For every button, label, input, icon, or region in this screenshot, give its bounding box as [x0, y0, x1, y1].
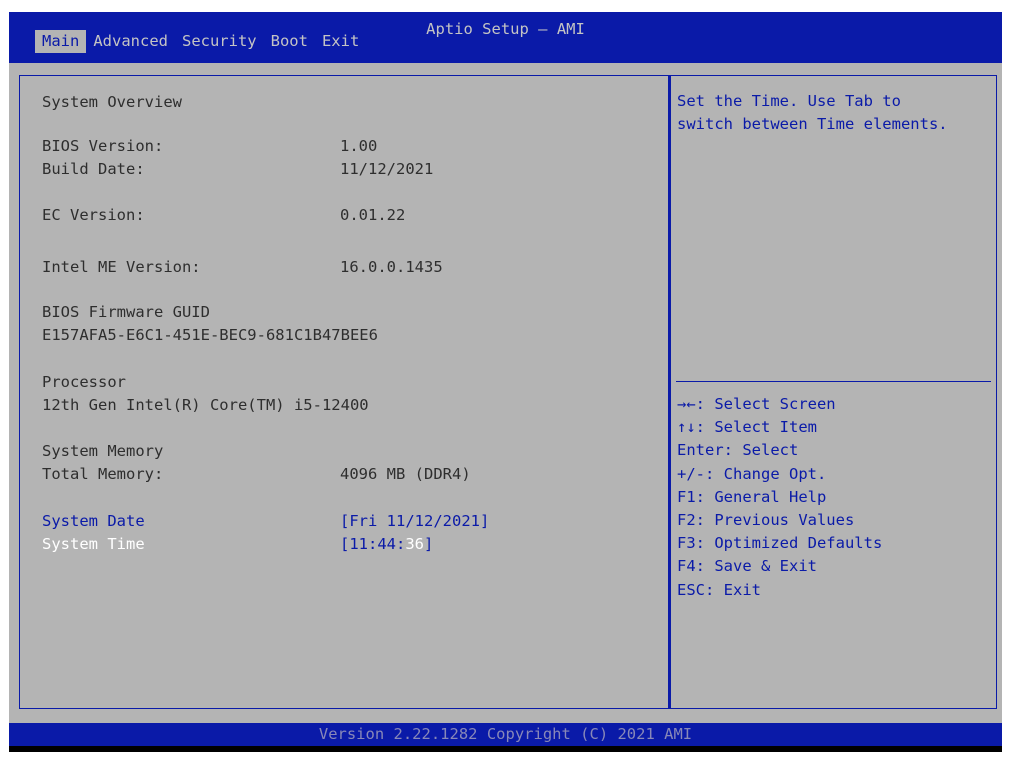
key-select-screen: →←: Select Screen	[677, 395, 836, 413]
help-text-line-1: Set the Time. Use Tab to	[677, 92, 901, 110]
key-general-help: F1: General Help	[677, 487, 827, 506]
me-version-value: 16.0.0.1435	[340, 258, 443, 276]
processor-value: 12th Gen Intel(R) Core(TM) i5-12400	[42, 396, 369, 414]
processor-label: Processor	[42, 373, 126, 391]
key-legend: →←: Select Screen ↑↓: Select Item Enter:…	[677, 393, 882, 602]
help-panel: Set the Time. Use Tab to switch between …	[669, 75, 997, 709]
system-time-close-bracket: ]	[424, 535, 434, 553]
tab-boot[interactable]: Boot	[264, 30, 315, 53]
system-date-label[interactable]: System Date	[42, 510, 145, 533]
build-date-label: Build Date:	[42, 160, 145, 178]
system-time-seconds[interactable]: 36	[405, 535, 424, 553]
system-date-value[interactable]: [Fri 11/12/2021]	[340, 510, 489, 533]
guid-value: E157AFA5-E6C1-451E-BEC9-681C1B47BEE6	[42, 326, 378, 344]
ec-version-label: EC Version:	[42, 206, 145, 224]
build-date-value: 11/12/2021	[340, 160, 434, 178]
bios-version-value: 1.00	[340, 137, 378, 155]
settings-panel: System Overview BIOS Version: 1.00 Build…	[19, 75, 669, 709]
system-time-label[interactable]: System Time	[42, 533, 145, 556]
tab-security[interactable]: Security	[175, 30, 264, 53]
system-time-value[interactable]: [11:44:36]	[340, 533, 433, 556]
key-previous-values: F2: Previous Values	[677, 511, 855, 530]
bios-version-label: BIOS Version:	[42, 137, 164, 155]
key-esc-exit: ESC: Exit	[677, 580, 761, 599]
help-text-line-2: switch between Time elements.	[677, 115, 948, 133]
ec-version-value: 0.01.22	[340, 206, 406, 224]
tab-advanced[interactable]: Advanced	[86, 30, 175, 53]
key-optimized-defaults: F3: Optimized Defaults	[677, 534, 883, 553]
total-memory-value: 4096 MB (DDR4)	[340, 465, 471, 483]
footer-version: Version 2.22.1282 Copyright (C) 2021 AMI	[9, 723, 1002, 746]
key-save-exit: F4: Save & Exit	[677, 557, 817, 576]
tab-main[interactable]: Main	[35, 30, 87, 53]
key-change-opt: +/-: Change Opt.	[677, 464, 827, 483]
help-divider	[676, 381, 991, 382]
key-enter-select: Enter: Select	[677, 441, 799, 460]
bottom-border	[9, 746, 1002, 752]
main-area: System Overview BIOS Version: 1.00 Build…	[9, 63, 1002, 723]
guid-label: BIOS Firmware GUID	[42, 303, 210, 321]
total-memory-label: Total Memory:	[42, 465, 164, 483]
system-overview-heading: System Overview	[42, 93, 182, 111]
system-time-hours-minutes[interactable]: [11:44:	[340, 535, 405, 553]
me-version-label: Intel ME Version:	[42, 258, 201, 276]
tab-exit[interactable]: Exit	[315, 30, 366, 53]
tab-bar: Main Advanced Security Boot Exit	[35, 30, 366, 53]
key-select-item: ↑↓: Select Item	[677, 418, 817, 437]
system-memory-label: System Memory	[42, 442, 164, 460]
